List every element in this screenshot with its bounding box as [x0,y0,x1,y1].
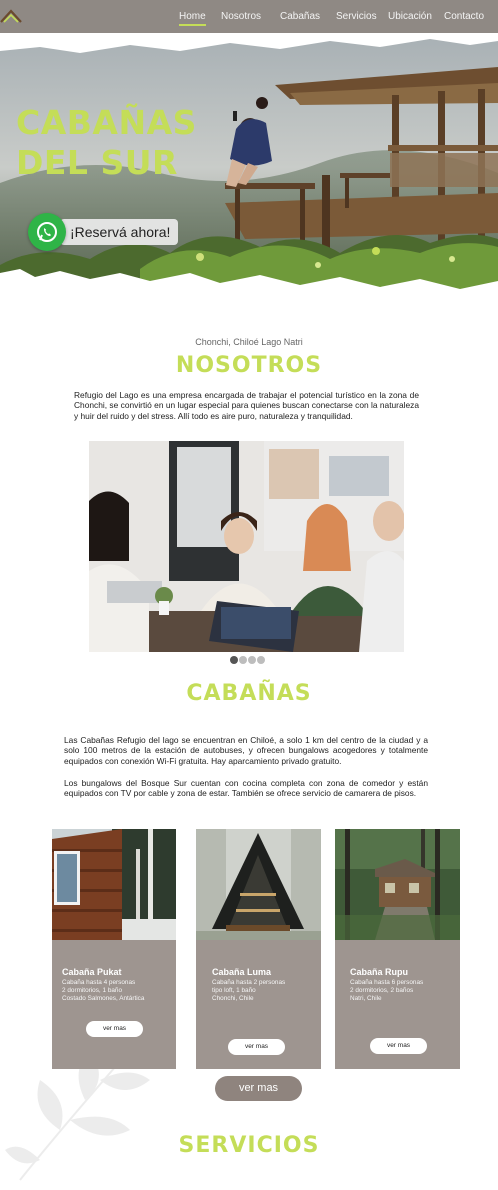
reserve-button-label[interactable]: ¡Reservá ahora! [60,219,179,245]
cabanas-paragraph-2: Los bungalows del Bosque Sur cuentan con… [64,778,428,799]
cabin-line: 2 dormitorios, 1 baño [62,987,123,994]
hero-title-line2: DEL SUR [16,143,178,182]
carousel-dot-1[interactable] [230,656,238,664]
ver-mas-cabanas-button[interactable]: ver mas [215,1076,302,1101]
location-subtitle: Chonchi, Chiloé Lago Natri [195,337,303,347]
nav-contacto[interactable]: Contacto [444,11,484,22]
carousel-dot-4[interactable] [257,656,265,664]
nav-cabanas[interactable]: Cabañas [280,11,320,22]
carousel-dot-3[interactable] [248,656,256,664]
cabin-line: Natri, Chile [350,995,382,1002]
hero-banner: CABAÑAS DEL SUR ¡Reservá ahora! [0,33,498,310]
top-navbar: Home Nosotros Cabañas Servicios Ubicació… [0,0,498,33]
nav-home[interactable]: Home [179,11,206,26]
team-photo [89,441,404,652]
cabin-line: Chonchi, Chile [212,995,254,1002]
carousel-dot-2[interactable] [239,656,247,664]
cabin-image-rupu [335,829,460,940]
cabanas-paragraph-1: Las Cabañas Refugio del lago se encuentr… [64,735,428,766]
ver-mas-button-luma[interactable]: ver mas [228,1039,285,1055]
cabanas-title: CABAÑAS [186,681,312,706]
cabin-title-luma: Cabaña Luma [212,967,272,977]
ver-mas-button-rupu[interactable]: ver mas [370,1038,427,1054]
nav-ubicacion[interactable]: Ubicación [388,11,432,22]
carousel-dots [230,656,265,664]
cabin-line: Cabaña hasta 6 personas [350,979,424,986]
cabin-title-pukat: Cabaña Pukat [62,967,122,977]
cabin-image-pukat [52,829,176,940]
cabin-card-pukat[interactable]: Cabaña Pukat Cabaña hasta 4 personas 2 d… [52,829,176,1069]
nosotros-title: NOSOTROS [175,353,323,378]
cabin-line: Cabaña hasta 4 personas [62,979,136,986]
cabin-line: tipo loft, 1 baño [212,987,256,994]
nav-servicios[interactable]: Servicios [336,11,377,22]
ver-mas-button-pukat[interactable]: ver mas [86,1021,143,1037]
cabin-card-luma[interactable]: Cabaña Luma Cabaña hasta 2 personas tipo… [196,829,321,1069]
reserve-button[interactable]: ¡Reservá ahora! [28,213,179,251]
cabin-line: Cabaña hasta 2 personas [212,979,286,986]
hero-title-line1: CABAÑAS [16,103,197,142]
hero-title: CABAÑAS DEL SUR [16,103,197,183]
servicios-title: SERVICIOS [178,1133,320,1158]
mountain-roof-logo-icon[interactable] [0,8,22,24]
cabin-image-luma [196,829,321,940]
cabin-line: Costado Salmones, Antártica [62,995,145,1002]
cabin-line: 2 dormitorios, 2 baños [350,987,414,994]
nosotros-paragraph: Refugio del Lago es una empresa encargad… [74,390,419,421]
cabin-card-rupu[interactable]: Cabaña Rupu Cabaña hasta 6 personas 2 do… [335,829,460,1069]
whatsapp-icon[interactable] [28,213,66,251]
nav-nosotros[interactable]: Nosotros [221,11,261,22]
cabin-title-rupu: Cabaña Rupu [350,967,409,977]
